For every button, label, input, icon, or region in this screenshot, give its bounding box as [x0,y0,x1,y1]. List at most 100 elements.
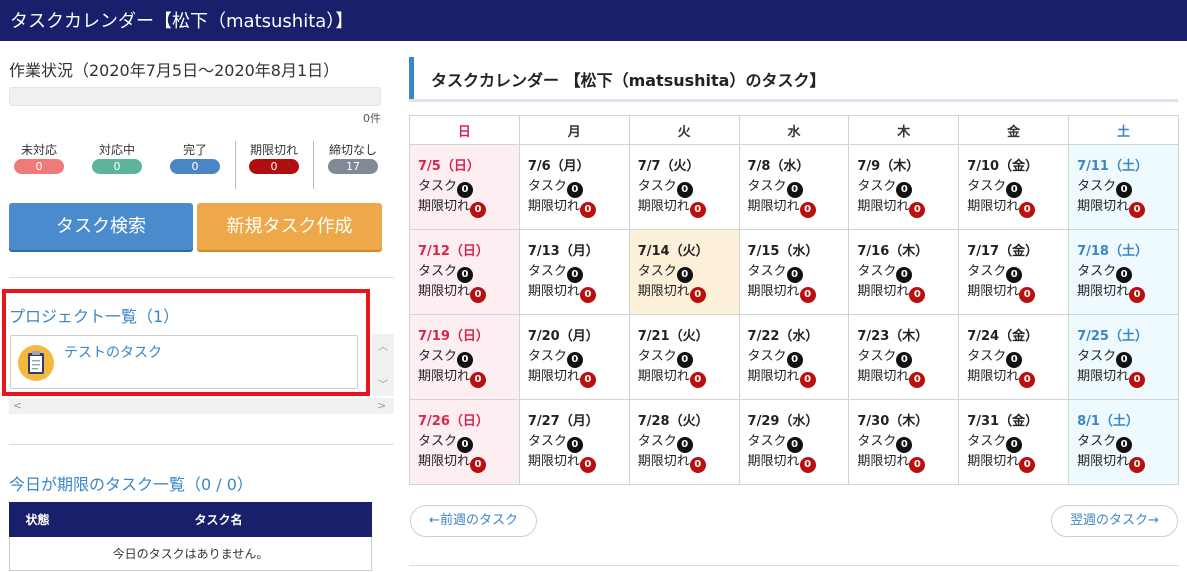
task-count-line[interactable]: タスク 0 [638,177,739,198]
task-count-line[interactable]: タスク 0 [748,432,849,453]
task-count-line[interactable]: タスク 0 [638,262,739,283]
overdue-count-line[interactable]: 期限切れ 0 [528,282,629,303]
calendar-day-cell[interactable]: 7/23（木） タスク 0 期限切れ 0 [848,314,960,400]
calendar-day-cell[interactable]: 7/12（日） タスク 0 期限切れ 0 [409,229,520,315]
overdue-count-line[interactable]: 期限切れ 0 [1077,367,1178,388]
day-date[interactable]: 7/20（月） [528,327,629,347]
horizontal-scrollbar[interactable]: < > [9,398,394,414]
overdue-count-line[interactable]: 期限切れ 0 [748,452,849,473]
day-date[interactable]: 7/24（金） [967,327,1068,347]
task-count-line[interactable]: タスク 0 [528,262,629,283]
calendar-day-cell[interactable]: 7/17（金） タスク 0 期限切れ 0 [958,229,1070,315]
calendar-day-cell[interactable]: 7/13（月） タスク 0 期限切れ 0 [518,229,630,315]
task-count-line[interactable]: タスク 0 [967,262,1068,283]
day-date[interactable]: 7/15（水） [748,242,849,262]
overdue-count-line[interactable]: 期限切れ 0 [638,197,739,218]
task-count-line[interactable]: タスク 0 [418,262,519,283]
task-count-line[interactable]: タスク 0 [1077,432,1178,453]
task-count-line[interactable]: タスク 0 [748,177,849,198]
day-date[interactable]: 7/29（水） [748,412,849,432]
day-date[interactable]: 7/19（日） [418,327,519,347]
day-date[interactable]: 7/13（月） [528,242,629,262]
day-date[interactable]: 7/11（土） [1077,157,1178,177]
calendar-day-cell[interactable]: 7/7（火） タスク 0 期限切れ 0 [628,144,740,230]
calendar-day-cell[interactable]: 7/26（日） タスク 0 期限切れ 0 [409,399,520,485]
calendar-day-cell[interactable]: 7/9（木） タスク 0 期限切れ 0 [848,144,960,230]
day-date[interactable]: 7/28（火） [638,412,739,432]
col-taskname-header[interactable]: タスク名 [65,502,372,537]
calendar-day-cell[interactable]: 7/15（水） タスク 0 期限切れ 0 [738,229,850,315]
day-date[interactable]: 7/26（日） [418,412,519,432]
calendar-day-cell[interactable]: 7/11（土） タスク 0 期限切れ 0 [1068,144,1179,230]
task-count-line[interactable]: タスク 0 [967,177,1068,198]
overdue-count-line[interactable]: 期限切れ 0 [638,367,739,388]
task-count-line[interactable]: タスク 0 [967,432,1068,453]
calendar-day-cell[interactable]: 7/28（火） タスク 0 期限切れ 0 [628,399,740,485]
overdue-count-line[interactable]: 期限切れ 0 [748,197,849,218]
calendar-day-cell[interactable]: 7/20（月） タスク 0 期限切れ 0 [518,314,630,400]
task-count-line[interactable]: タスク 0 [1077,262,1178,283]
overdue-count-line[interactable]: 期限切れ 0 [967,367,1068,388]
overdue-count-line[interactable]: 期限切れ 0 [418,367,519,388]
day-date[interactable]: 7/8（水） [748,157,849,177]
chevron-up-icon[interactable]: ︿ [378,338,388,353]
overdue-count-line[interactable]: 期限切れ 0 [1077,282,1178,303]
task-count-line[interactable]: タスク 0 [967,347,1068,368]
calendar-day-cell[interactable]: 7/19（日） タスク 0 期限切れ 0 [409,314,520,400]
chevron-left-icon[interactable]: < [13,399,22,412]
calendar-day-cell[interactable]: 7/29（水） タスク 0 期限切れ 0 [738,399,850,485]
col-status-header[interactable]: 状態 [9,502,66,537]
day-date[interactable]: 7/14（火） [638,242,739,262]
task-count-line[interactable]: タスク 0 [638,432,739,453]
stat-in-progress[interactable]: 対応中 0 [82,142,152,174]
overdue-count-line[interactable]: 期限切れ 0 [1077,197,1178,218]
stat-overdue[interactable]: 期限切れ 0 [239,142,309,174]
task-count-line[interactable]: タスク 0 [1077,177,1178,198]
vertical-scrollbar[interactable]: ︿ ﹀ [372,334,394,396]
day-date[interactable]: 7/7（火） [638,157,739,177]
task-count-line[interactable]: タスク 0 [857,432,958,453]
overdue-count-line[interactable]: 期限切れ 0 [638,282,739,303]
calendar-day-cell[interactable]: 7/5（日） タスク 0 期限切れ 0 [409,144,520,230]
task-count-line[interactable]: タスク 0 [528,177,629,198]
task-count-line[interactable]: タスク 0 [1077,347,1178,368]
overdue-count-line[interactable]: 期限切れ 0 [528,197,629,218]
task-count-line[interactable]: タスク 0 [638,347,739,368]
overdue-count-line[interactable]: 期限切れ 0 [967,452,1068,473]
overdue-count-line[interactable]: 期限切れ 0 [857,452,958,473]
calendar-day-cell[interactable]: 7/8（水） タスク 0 期限切れ 0 [738,144,850,230]
day-date[interactable]: 7/6（月） [528,157,629,177]
calendar-day-cell[interactable]: 8/1（土） タスク 0 期限切れ 0 [1068,399,1179,485]
task-count-line[interactable]: タスク 0 [528,432,629,453]
calendar-day-cell[interactable]: 7/22（水） タスク 0 期限切れ 0 [738,314,850,400]
day-date[interactable]: 7/23（木） [857,327,958,347]
calendar-day-cell[interactable]: 7/16（木） タスク 0 期限切れ 0 [848,229,960,315]
stat-unhandled[interactable]: 未対応 0 [4,142,74,174]
overdue-count-line[interactable]: 期限切れ 0 [857,282,958,303]
next-week-button[interactable]: 翌週のタスク→ [1051,505,1178,537]
calendar-day-cell[interactable]: 7/10（金） タスク 0 期限切れ 0 [958,144,1070,230]
overdue-count-line[interactable]: 期限切れ 0 [418,282,519,303]
task-count-line[interactable]: タスク 0 [418,432,519,453]
day-date[interactable]: 8/1（土） [1077,412,1178,432]
day-date[interactable]: 7/22（水） [748,327,849,347]
overdue-count-line[interactable]: 期限切れ 0 [857,367,958,388]
chevron-right-icon[interactable]: > [377,399,386,412]
task-count-line[interactable]: タスク 0 [748,262,849,283]
calendar-day-cell[interactable]: 7/14（火） タスク 0 期限切れ 0 [628,229,740,315]
overdue-count-line[interactable]: 期限切れ 0 [857,197,958,218]
task-count-line[interactable]: タスク 0 [418,177,519,198]
day-date[interactable]: 7/27（月） [528,412,629,432]
task-search-button[interactable]: タスク検索 [9,203,193,250]
calendar-day-cell[interactable]: 7/25（土） タスク 0 期限切れ 0 [1068,314,1179,400]
overdue-count-line[interactable]: 期限切れ 0 [528,367,629,388]
calendar-day-cell[interactable]: 7/24（金） タスク 0 期限切れ 0 [958,314,1070,400]
task-count-line[interactable]: タスク 0 [857,177,958,198]
day-date[interactable]: 7/18（土） [1077,242,1178,262]
task-count-line[interactable]: タスク 0 [857,262,958,283]
stat-done[interactable]: 完了 0 [160,142,230,174]
calendar-day-cell[interactable]: 7/18（土） タスク 0 期限切れ 0 [1068,229,1179,315]
overdue-count-line[interactable]: 期限切れ 0 [528,452,629,473]
prev-week-button[interactable]: ←前週のタスク [410,505,537,537]
task-count-line[interactable]: タスク 0 [528,347,629,368]
